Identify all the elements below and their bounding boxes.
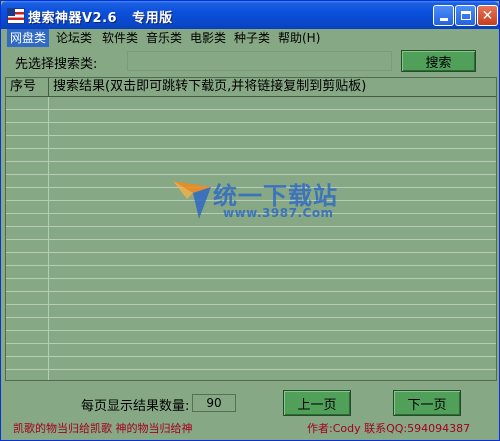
- watermark-url: www.3987.Com: [223, 206, 334, 220]
- menu-item-forum[interactable]: 论坛类: [53, 29, 95, 47]
- menu-item-torrent[interactable]: 种子类: [231, 29, 273, 47]
- per-page-input[interactable]: 90: [192, 394, 236, 412]
- menu-item-software[interactable]: 软件类: [99, 29, 141, 47]
- menu-bar: 网盘类 论坛类 软件类 音乐类 电影类 种子类 帮助(H): [2, 29, 499, 47]
- maximize-button[interactable]: [455, 5, 476, 26]
- results-header: 序号 搜索结果(双击即可跳转下载页,并将链接复制到剪贴板): [6, 78, 496, 97]
- app-window: 搜索神器V2.6 专用版 ✕ 网盘类 论坛类 软件类 音乐类 电影类 种子类 帮…: [0, 0, 500, 441]
- flag-icon: [7, 8, 25, 24]
- close-button[interactable]: ✕: [477, 5, 498, 26]
- menu-item-music[interactable]: 音乐类: [143, 29, 185, 47]
- title-bar[interactable]: 搜索神器V2.6 专用版 ✕: [1, 1, 499, 29]
- search-category-label: 先选择搜索类:: [15, 57, 98, 72]
- watermark: 统一下载站 www.3987.Com: [171, 173, 351, 229]
- search-input[interactable]: [127, 51, 392, 71]
- column-divider: [48, 97, 49, 380]
- minimize-icon: [439, 18, 448, 21]
- column-header-index[interactable]: 序号: [6, 78, 49, 96]
- column-header-result[interactable]: 搜索结果(双击即可跳转下载页,并将链接复制到剪贴板): [49, 78, 496, 96]
- prev-page-button[interactable]: 上一页: [283, 390, 351, 416]
- results-rows[interactable]: [6, 97, 496, 380]
- menu-item-netdisk[interactable]: 网盘类: [7, 29, 50, 47]
- menu-item-movie[interactable]: 电影类: [187, 29, 229, 47]
- footer-author: 作者:Cody 联系QQ:594094387: [307, 422, 471, 435]
- footer-motto: 凯歌的物当归给凯歌 神的物当归给神: [13, 422, 193, 435]
- search-button[interactable]: 搜索: [401, 50, 476, 72]
- menu-item-help[interactable]: 帮助(H): [275, 29, 323, 47]
- window-title: 搜索神器V2.6 专用版: [28, 11, 173, 26]
- results-list[interactable]: 序号 搜索结果(双击即可跳转下载页,并将链接复制到剪贴板): [5, 77, 497, 381]
- next-page-button[interactable]: 下一页: [393, 390, 461, 416]
- maximize-icon: [460, 11, 471, 20]
- close-icon: ✕: [481, 7, 494, 24]
- watermark-logo-icon: [173, 181, 211, 219]
- minimize-button[interactable]: [433, 5, 454, 26]
- per-page-label: 每页显示结果数量:: [81, 399, 190, 414]
